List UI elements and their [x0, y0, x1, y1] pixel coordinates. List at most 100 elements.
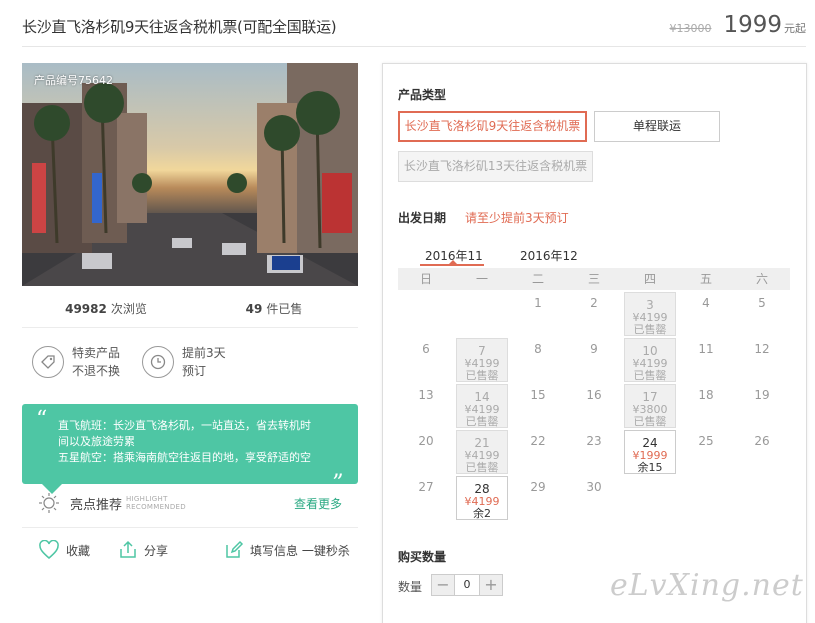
quantity-increase-button[interactable]: +: [480, 575, 502, 595]
weekday-label: 日: [419, 272, 432, 286]
day-number: 15: [530, 388, 546, 402]
day-status: 余15: [637, 461, 663, 474]
day-number: 16: [586, 388, 602, 402]
day-number: 28: [474, 482, 490, 496]
fill-info-button[interactable]: 填写信息 一键秒杀: [224, 540, 350, 560]
day-number: 5: [758, 296, 766, 310]
weekday-label: 二: [531, 272, 544, 286]
day-number: 24: [642, 436, 658, 450]
price-suffix: 元起: [784, 22, 806, 35]
day-status: 已售罄: [465, 415, 499, 428]
day-number: 8: [534, 342, 542, 356]
day-number: 4: [702, 296, 710, 310]
calendar-day: 15: [512, 384, 564, 428]
quantity-label: 数量: [398, 580, 423, 594]
active-tab-underline: [420, 264, 484, 266]
favorite-button[interactable]: 收藏: [38, 540, 90, 560]
edit-icon: [226, 540, 244, 558]
feature-line2: 预订: [182, 364, 207, 378]
highlight-title: 亮点推荐: [70, 498, 123, 513]
calendar-day: 6: [400, 338, 452, 382]
product-type-label: 产品类型: [398, 88, 447, 102]
clock-icon: [142, 346, 174, 378]
day-status: 已售罄: [465, 369, 499, 382]
day-number: 29: [530, 480, 546, 494]
day-number: 11: [698, 342, 714, 356]
action-bar: 收藏 分享 填写信息 一键秒杀: [22, 540, 358, 572]
feature-line1: 特卖产品: [72, 346, 121, 360]
feature-special-sale: 特卖产品 不退不换: [32, 344, 120, 380]
calendar-day: 3 ¥4199 已售罄: [624, 292, 676, 336]
day-number: 30: [586, 480, 602, 494]
sold-count-value: 49: [245, 302, 263, 316]
day-number: 2: [590, 296, 598, 310]
calendar-day: 20: [400, 430, 452, 474]
view-count-label: 次浏览: [110, 302, 147, 316]
day-number: 9: [590, 342, 598, 356]
calendar-day: 22: [512, 430, 564, 474]
calendar-day: 17 ¥3800 已售罄: [624, 384, 676, 428]
quantity-input[interactable]: 0: [454, 575, 480, 595]
highlight-subtitle: HIGHLIGHT RECOMMENDED: [126, 495, 186, 511]
weekday-label: 六: [755, 272, 768, 286]
favorite-label: 收藏: [66, 543, 91, 558]
booking-panel: 产品类型 长沙直飞洛杉矶9天往返含税机票 单程联运 长沙直飞洛杉矶13天往返含税…: [382, 63, 807, 623]
sun-icon: [39, 493, 59, 513]
option-9day-roundtrip[interactable]: 长沙直飞洛杉矶9天往返含税机票: [398, 111, 587, 142]
day-number: 25: [698, 434, 714, 448]
product-photo[interactable]: 产品编号75642: [22, 63, 358, 286]
calendar-day: 5: [736, 292, 788, 336]
calendar-day: 11: [680, 338, 732, 382]
weekday-label: 四: [643, 272, 656, 286]
heart-icon: [39, 540, 59, 559]
view-more-link[interactable]: 查看更多: [294, 495, 342, 512]
departure-date-label: 出发日期: [398, 211, 447, 225]
day-status: 已售罄: [465, 461, 499, 474]
feature-list: 特卖产品不退不换 提前3天预订: [30, 344, 350, 389]
booking-hint: 请至少提前3天预订: [465, 211, 569, 225]
calendar-day: 23: [568, 430, 620, 474]
feature-line1: 提前3天: [182, 346, 226, 360]
page-header: 长沙直飞洛杉矶9天往返含税机票(可配全国联运) ¥13000 1999 元起: [22, 0, 806, 47]
quantity-stepper: − 0 +: [431, 574, 503, 596]
weekday-label: 三: [587, 272, 600, 286]
day-number: 13: [418, 388, 434, 402]
calendar-day: 8: [512, 338, 564, 382]
day-status: 已售罄: [633, 415, 667, 428]
quantity-section-label: 购买数量: [398, 550, 447, 564]
calendar-day: 10 ¥4199 已售罄: [624, 338, 676, 382]
calendar-day: 26: [736, 430, 788, 474]
day-number: 20: [418, 434, 434, 448]
highlight-line1: 直飞航班：长沙直飞洛杉矶，一站直达，省去转机时: [58, 419, 311, 432]
current-price: 1999: [723, 12, 782, 38]
day-status: 已售罄: [633, 369, 667, 382]
day-number: 14: [474, 390, 490, 404]
highlight-sub1: HIGHLIGHT: [126, 495, 168, 503]
view-count-value: 49982: [65, 302, 107, 316]
view-count: 49982 次浏览: [22, 290, 190, 327]
price-box: ¥13000 1999 元起: [669, 12, 806, 38]
day-status: 已售罄: [633, 323, 667, 336]
share-button[interactable]: 分享: [118, 540, 168, 560]
day-number: 10: [642, 344, 658, 358]
day-number: 21: [474, 436, 490, 450]
feature-line2: 不退不换: [72, 364, 121, 378]
calendar-day[interactable]: 28 ¥4199 余2: [456, 476, 508, 520]
sold-count-label: 件已售: [266, 302, 303, 316]
day-number: 22: [530, 434, 546, 448]
calendar-day: 7 ¥4199 已售罄: [456, 338, 508, 382]
quote-close-icon: „: [332, 457, 344, 482]
day-number: 27: [418, 480, 434, 494]
quote-open-icon: “: [36, 407, 48, 432]
page-title: 长沙直飞洛杉矶9天往返含税机票(可配全国联运): [22, 18, 337, 36]
tab-month-dec[interactable]: 2016年12: [520, 247, 578, 264]
day-number: 26: [754, 434, 770, 448]
day-number: 18: [698, 388, 714, 402]
highlight-quote: “ 直飞航班：长沙直飞洛杉矶，一站直达，省去转机时 间以及旅途劳累 五星航空：搭…: [22, 404, 358, 484]
calendar-day[interactable]: 24 ¥1999 余15: [624, 430, 676, 474]
calendar-day: 18: [680, 384, 732, 428]
option-oneway-connection[interactable]: 单程联运: [594, 111, 720, 142]
weekday-header: 日一二三四五六: [398, 268, 790, 290]
quantity-decrease-button[interactable]: −: [432, 575, 454, 595]
calendar-day: 1: [512, 292, 564, 336]
